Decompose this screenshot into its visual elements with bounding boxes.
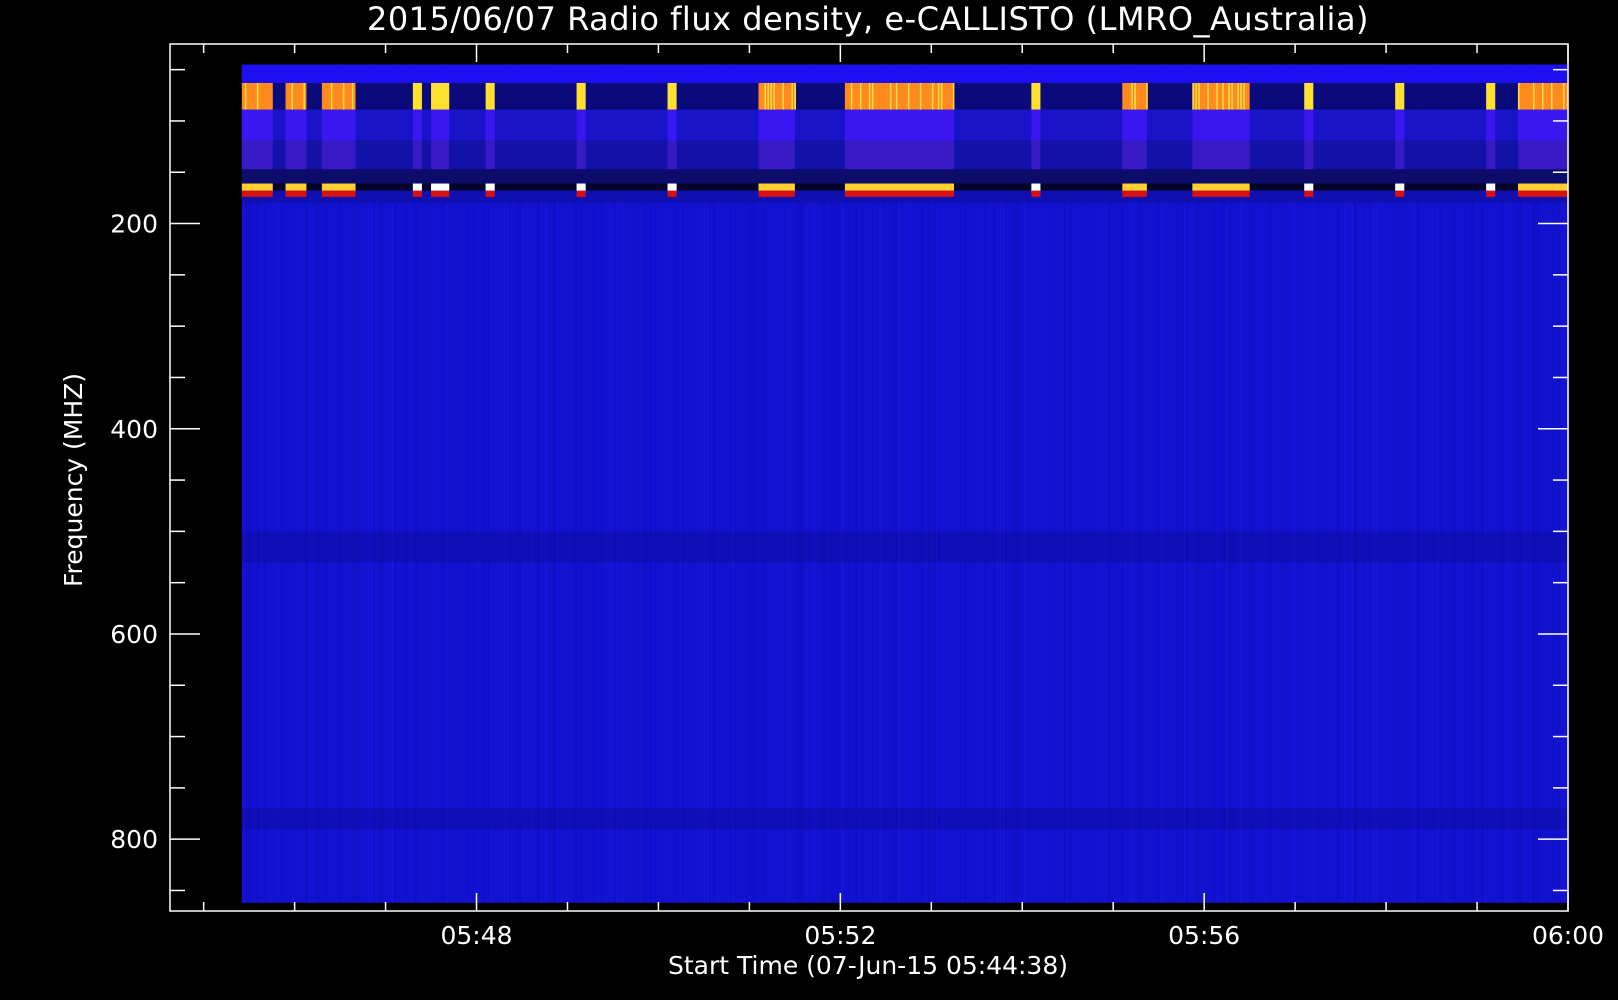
burst-column <box>285 82 307 110</box>
y-tick-label: 800 <box>110 825 158 854</box>
burst-column <box>485 82 495 110</box>
y-tick-label: 600 <box>110 620 158 649</box>
y-tick-label: 200 <box>110 210 158 239</box>
burst-column <box>576 82 586 110</box>
x-tick-label: 05:52 <box>804 921 876 950</box>
burst-column <box>758 82 795 110</box>
burst-column <box>412 82 422 110</box>
y-tick-label: 400 <box>110 415 158 444</box>
burst-column <box>1031 82 1041 110</box>
burst-column <box>667 82 677 110</box>
spectrogram-chart: 2015/06/07 Radio flux density, e-CALLIST… <box>0 0 1618 1000</box>
burst-column <box>321 82 356 110</box>
x-tick-label: 05:56 <box>1168 921 1240 950</box>
burst-column <box>1395 82 1405 110</box>
burst-column <box>1304 82 1314 110</box>
spectrogram-heatmap <box>241 64 1570 903</box>
x-tick-label: 05:48 <box>440 921 512 950</box>
x-axis-label: Start Time (07-Jun-15 05:44:38) <box>668 951 1068 980</box>
burst-column <box>1486 82 1496 110</box>
chart-title: 2015/06/07 Radio flux density, e-CALLIST… <box>367 0 1369 38</box>
x-tick-label: 06:00 <box>1532 921 1604 950</box>
burst-column <box>431 82 450 110</box>
y-axis-label: Frequency (MHZ) <box>59 373 88 587</box>
